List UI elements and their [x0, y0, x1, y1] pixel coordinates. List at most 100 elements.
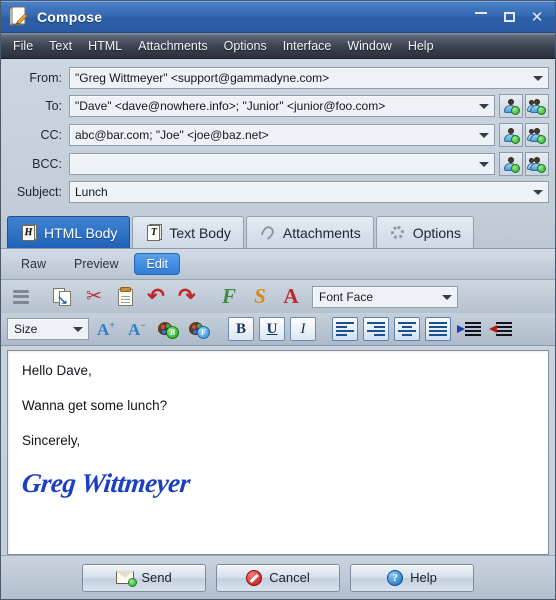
add-contact-group-icon[interactable]	[525, 123, 549, 147]
chevron-down-icon[interactable]	[533, 190, 543, 195]
menu-interface[interactable]: Interface	[275, 36, 340, 56]
paste-button[interactable]	[111, 283, 139, 311]
send-button-label: Send	[141, 570, 172, 585]
field-row-to: To: "Dave" <dave@nowhere.info>; "Junior"…	[7, 94, 549, 118]
subtab-edit[interactable]: Edit	[134, 253, 181, 275]
minimize-button[interactable]	[467, 1, 495, 33]
subject-input[interactable]: Lunch	[69, 181, 549, 203]
html-document-icon: H	[20, 223, 38, 242]
font-decrease-icon: A−	[128, 319, 146, 339]
tab-text-body-label: Text Body	[169, 224, 231, 241]
font-face-select[interactable]: Font Face	[312, 285, 458, 308]
font-size-select[interactable]: Size	[7, 318, 89, 340]
bold-button[interactable]: B	[227, 315, 255, 343]
cut-button[interactable]: ✂	[80, 283, 108, 311]
help-button-label: Help	[410, 570, 437, 585]
redo-button[interactable]: ↶	[173, 283, 201, 311]
body-line-2: Wanna get some lunch?	[22, 398, 168, 413]
subtab-preview[interactable]: Preview	[62, 253, 130, 275]
align-justify-icon	[425, 317, 451, 341]
tab-options[interactable]: Options	[375, 216, 474, 248]
close-button[interactable]: ✕	[523, 5, 551, 29]
body-line-3: Sincerely,	[22, 433, 81, 448]
envelope-send-icon	[116, 571, 138, 587]
menu-help[interactable]: Help	[400, 36, 442, 56]
undo-button[interactable]: ↶	[142, 283, 170, 311]
add-contact-icon[interactable]	[499, 94, 523, 118]
copy-button[interactable]: ➞	[49, 283, 77, 311]
chevron-down-icon[interactable]	[73, 327, 83, 332]
menu-hamburger-button[interactable]	[7, 283, 35, 311]
align-right-icon	[363, 317, 389, 341]
from-input[interactable]: "Greg Wittmeyer" <support@gammadyne.com>	[69, 67, 549, 89]
send-button[interactable]: Send	[82, 563, 206, 592]
align-justify-button[interactable]	[424, 315, 452, 343]
formatting-toolbar-row-2: Size A+ A− B F B U I	[1, 313, 555, 346]
sub-tab-strip: Raw Preview Edit	[1, 248, 555, 280]
cc-input[interactable]: abc@bar.com; "Joe" <joe@baz.net>	[69, 124, 495, 146]
chevron-down-icon[interactable]	[442, 294, 452, 300]
title-bar: Compose ✕	[1, 1, 555, 33]
from-label: From:	[29, 71, 62, 85]
align-left-button[interactable]	[331, 315, 359, 343]
chevron-down-icon[interactable]	[479, 162, 489, 167]
align-center-button[interactable]	[393, 315, 421, 343]
italic-button[interactable]: I	[289, 315, 317, 343]
bcc-label: BCC:	[32, 157, 62, 171]
tab-html-body-label: HTML Body	[44, 224, 118, 241]
to-label: To:	[45, 99, 62, 113]
tab-html-body[interactable]: H HTML Body	[7, 216, 131, 248]
help-button[interactable]: ? Help	[350, 563, 474, 592]
menu-options[interactable]: Options	[216, 36, 275, 56]
field-row-bcc: BCC:	[7, 152, 549, 176]
increase-font-size-button[interactable]: A+	[92, 315, 120, 343]
bcc-input[interactable]	[69, 153, 495, 175]
header-fields: From: "Greg Wittmeyer" <support@gammadyn…	[1, 59, 555, 212]
subject-label: Subject:	[16, 185, 62, 199]
to-input[interactable]: "Dave" <dave@nowhere.info>; "Junior" <ju…	[69, 95, 495, 117]
align-center-icon	[394, 317, 420, 341]
tab-text-body[interactable]: T Text Body	[132, 216, 244, 248]
maximize-button[interactable]	[495, 5, 523, 29]
chevron-down-icon[interactable]	[479, 133, 489, 138]
chevron-down-icon[interactable]	[533, 76, 543, 81]
insert-letter-button[interactable]: A	[277, 283, 305, 311]
dialog-button-bar: Send Cancel ? Help	[1, 555, 555, 599]
decrease-font-size-button[interactable]: A−	[123, 315, 151, 343]
html-body-editor[interactable]: Hello Dave, Wanna get some lunch? Sincer…	[7, 350, 549, 555]
fancy-f-icon: F	[221, 284, 236, 308]
foreground-color-button[interactable]: F	[185, 315, 213, 343]
chevron-down-icon[interactable]	[479, 104, 489, 109]
indent-increase-button[interactable]	[455, 315, 483, 343]
compose-document-pencil-icon	[7, 6, 29, 28]
message-body-area: Hello Dave, Wanna get some lunch? Sincer…	[1, 346, 555, 555]
background-color-button[interactable]: B	[154, 315, 182, 343]
add-contact-group-icon[interactable]	[525, 152, 549, 176]
scissors-icon: ✂	[86, 286, 102, 307]
from-value: "Greg Wittmeyer" <support@gammadyne.com>	[75, 71, 330, 85]
add-contact-icon[interactable]	[499, 123, 523, 147]
menu-attachments[interactable]: Attachments	[130, 36, 215, 56]
bcc-contact-buttons	[497, 152, 549, 176]
add-contact-group-icon[interactable]	[525, 94, 549, 118]
copy-icon: ➞	[52, 287, 73, 309]
font-face-value: Font Face	[319, 289, 374, 304]
menu-html[interactable]: HTML	[80, 36, 130, 56]
add-contact-icon[interactable]	[499, 152, 523, 176]
tab-attachments-label: Attachments	[282, 224, 361, 241]
clipboard-icon	[117, 287, 134, 306]
cancel-circle-icon	[246, 569, 263, 586]
subject-value: Lunch	[75, 185, 108, 199]
underline-button[interactable]: U	[258, 315, 286, 343]
align-right-button[interactable]	[362, 315, 390, 343]
insert-field-button[interactable]: F	[215, 283, 243, 311]
subtab-raw[interactable]: Raw	[9, 253, 58, 275]
cc-contact-buttons	[497, 123, 549, 147]
insert-symbol-button[interactable]: S	[246, 283, 274, 311]
menu-window[interactable]: Window	[339, 36, 399, 56]
cancel-button[interactable]: Cancel	[216, 563, 340, 592]
tab-attachments[interactable]: Attachments	[245, 216, 374, 248]
menu-file[interactable]: File	[5, 36, 41, 56]
indent-decrease-button[interactable]	[486, 315, 514, 343]
menu-text[interactable]: Text	[41, 36, 80, 56]
